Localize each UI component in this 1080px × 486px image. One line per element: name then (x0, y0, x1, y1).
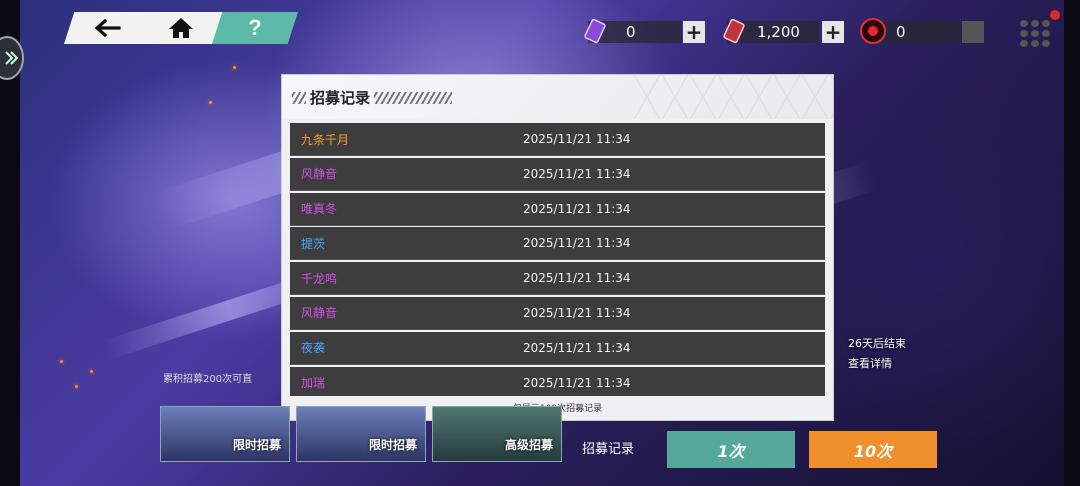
add-purple-ticket-button[interactable]: + (683, 21, 705, 43)
record-time: 2025/11/21 11:34 (523, 375, 631, 390)
banner-label: 高级招募 (504, 438, 553, 452)
arrow-left-icon (94, 18, 121, 38)
event-info[interactable]: 26天后结束 查看详情 (848, 335, 906, 375)
notification-dot (1050, 10, 1060, 20)
dialog-title: 招募记录 (310, 89, 371, 107)
character-name: 唯真冬 (301, 202, 338, 217)
dialog-header: 招募记录 (282, 75, 833, 119)
add-red-orb-button[interactable] (962, 21, 984, 43)
character-name: 九条千月 (301, 132, 350, 147)
record-time: 2025/11/21 11:34 (523, 201, 631, 216)
banner-limited-1[interactable]: 限时招募 (160, 406, 290, 462)
banner-label: 限时招募 (232, 438, 281, 452)
record-row: 唯真冬 2025/11/21 11:34 (290, 192, 825, 226)
red-ticket-icon (723, 18, 745, 44)
banner-label: 限时招募 (368, 438, 417, 452)
menu-grid-button[interactable] (1020, 20, 1052, 47)
right-edge (1064, 0, 1080, 486)
event-remaining-text: 26天后结束 (848, 337, 906, 350)
event-details-link: 查看详情 (848, 357, 892, 370)
recruit-once-button[interactable]: 1次 (667, 431, 795, 468)
purple-ticket-icon (584, 18, 606, 44)
recruit-record-button[interactable]: 招募记录 (582, 438, 634, 457)
character-name: 风静音 (301, 306, 338, 321)
record-row: 提茨 2025/11/21 11:34 (290, 227, 825, 261)
back-button[interactable] (64, 12, 150, 44)
record-time: 2025/11/21 11:34 (523, 305, 631, 320)
record-list[interactable]: 九条千月 2025/11/21 11:34 风静音 2025/11/21 11:… (290, 123, 825, 396)
double-chevron-right-icon (5, 51, 18, 65)
character-name: 加瑞 (301, 376, 326, 391)
add-red-ticket-button[interactable]: + (822, 21, 844, 43)
banner-advanced[interactable]: 高级招募 (432, 406, 562, 462)
title-stripes-right (374, 91, 453, 104)
record-row: 千龙鸣 2025/11/21 11:34 (290, 262, 825, 296)
recruit-ten-button[interactable]: 10次 (809, 431, 937, 468)
record-row: 风静音 2025/11/21 11:34 (290, 157, 825, 191)
red-orb-icon (860, 18, 886, 44)
home-icon (169, 18, 193, 38)
character-name: 风静音 (301, 167, 338, 182)
record-row: 九条千月 2025/11/21 11:34 (290, 123, 825, 156)
help-button[interactable]: ? (212, 12, 298, 44)
record-time: 2025/11/21 11:34 (523, 166, 631, 181)
title-stripes-left (292, 91, 306, 104)
character-name: 提茨 (301, 236, 326, 251)
record-row: 风静音 2025/11/21 11:34 (290, 296, 825, 330)
home-button[interactable] (138, 12, 224, 44)
record-time: 2025/11/21 11:34 (523, 271, 631, 286)
once-label: 1次 (717, 441, 745, 461)
record-row: 加瑞 2025/11/21 11:34 (290, 366, 825, 396)
ten-label: 10次 (853, 441, 893, 461)
help-label: ? (248, 15, 262, 40)
recruit-record-dialog: 招募记录 九条千月 2025/11/21 11:34 风静音 2025/11/2… (281, 74, 834, 421)
header-pattern (633, 75, 833, 119)
record-row: 夜袭 2025/11/21 11:34 (290, 331, 825, 365)
cumulative-note: 累积招募200次可直 (163, 374, 253, 385)
banner-limited-2[interactable]: 限时招募 (296, 406, 426, 462)
character-name: 夜袭 (301, 341, 326, 356)
record-time: 2025/11/21 11:34 (523, 236, 631, 251)
record-time: 2025/11/21 11:34 (523, 340, 631, 355)
dialog-title-wrap: 招募记录 (292, 87, 453, 108)
record-time: 2025/11/21 11:34 (523, 132, 631, 146)
character-name: 千龙鸣 (301, 271, 338, 286)
